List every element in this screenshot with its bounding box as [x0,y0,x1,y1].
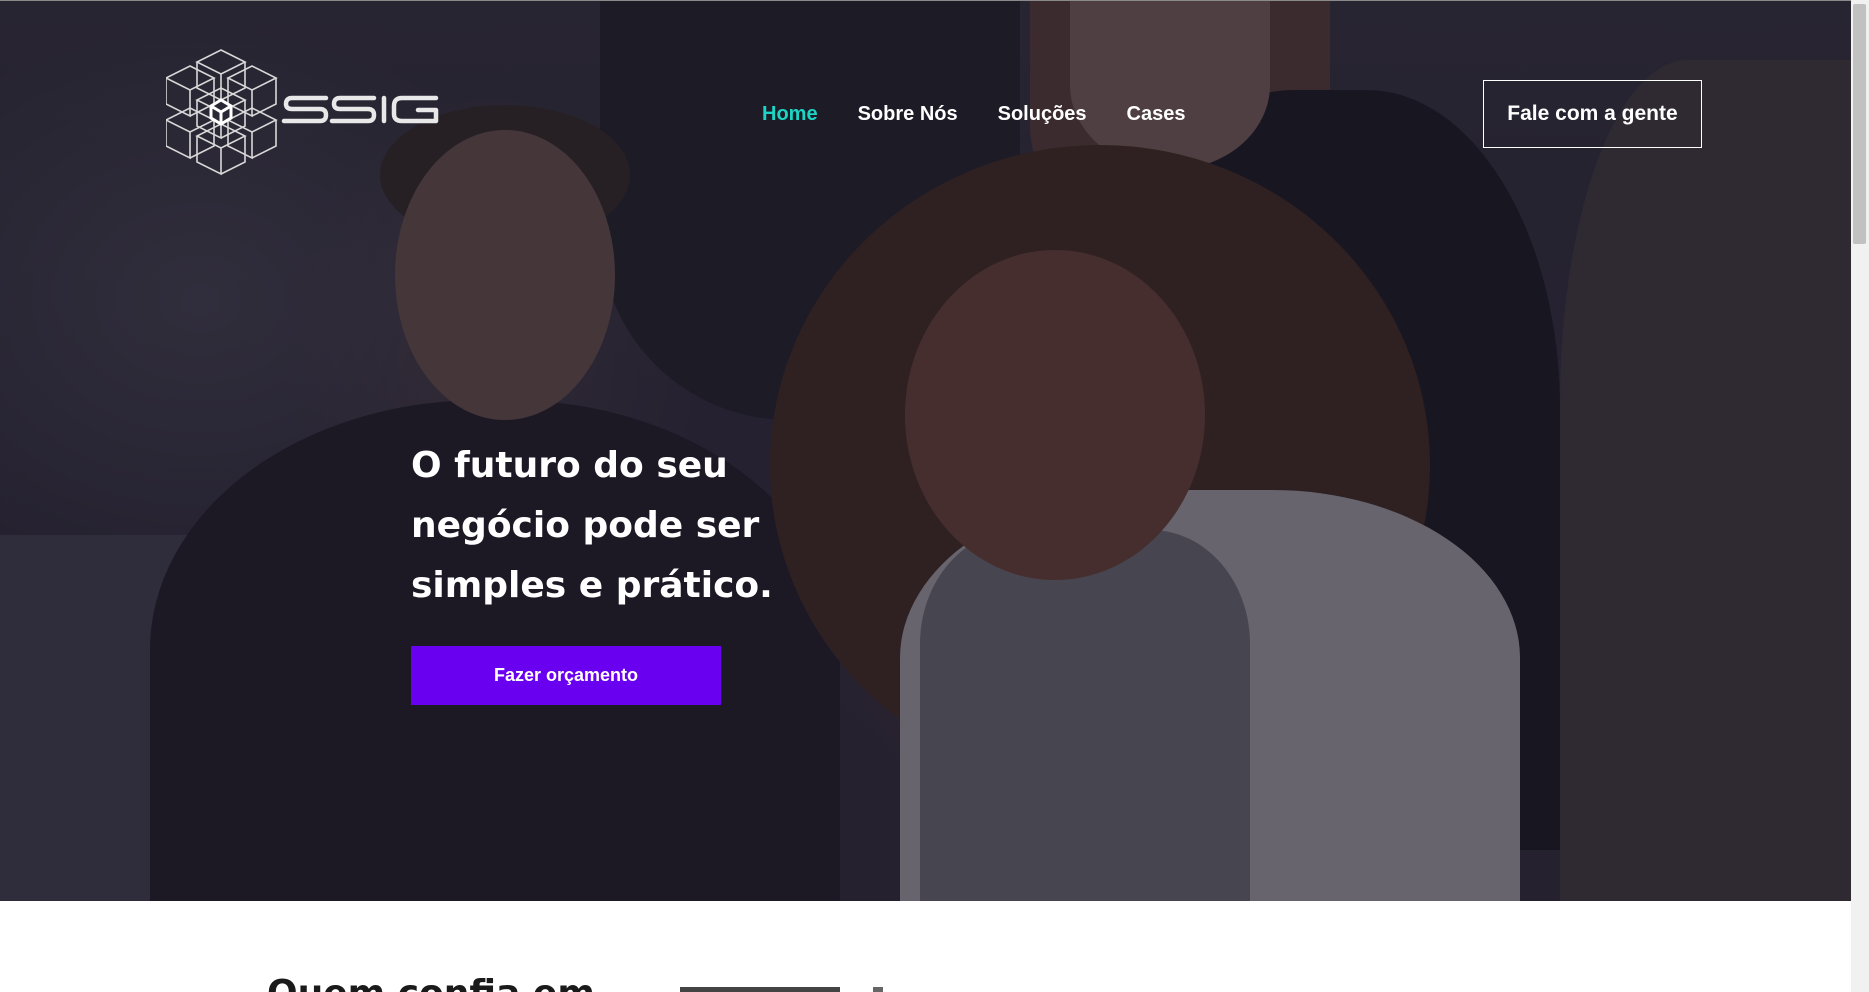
hero-headline: O futuro do seu negócio pode ser simples… [411,445,773,606]
brand-logo[interactable] [166,48,446,176]
quote-button[interactable]: Fazer orçamento [411,646,721,705]
nav-item-home[interactable]: Home [762,101,818,127]
client-logo-placeholder-small [873,987,883,992]
nav-item-sobre-nos[interactable]: Sobre Nós [858,101,958,127]
contact-button[interactable]: Fale com a gente [1483,80,1702,148]
section-title: Quem confia em [267,973,595,992]
client-logo-placeholder [680,987,840,992]
scrollbar-thumb[interactable] [1853,4,1866,244]
hero-section: Home Sobre Nós Soluções Cases Fale com a… [0,0,1851,901]
main-nav: Home Sobre Nós Soluções Cases [762,101,1225,127]
clients-section: Quem confia em [0,901,1851,992]
nav-item-solucoes[interactable]: Soluções [998,101,1087,127]
nav-item-cases[interactable]: Cases [1127,101,1186,127]
top-divider [0,0,1851,1]
cube-logo-icon [166,49,439,176]
